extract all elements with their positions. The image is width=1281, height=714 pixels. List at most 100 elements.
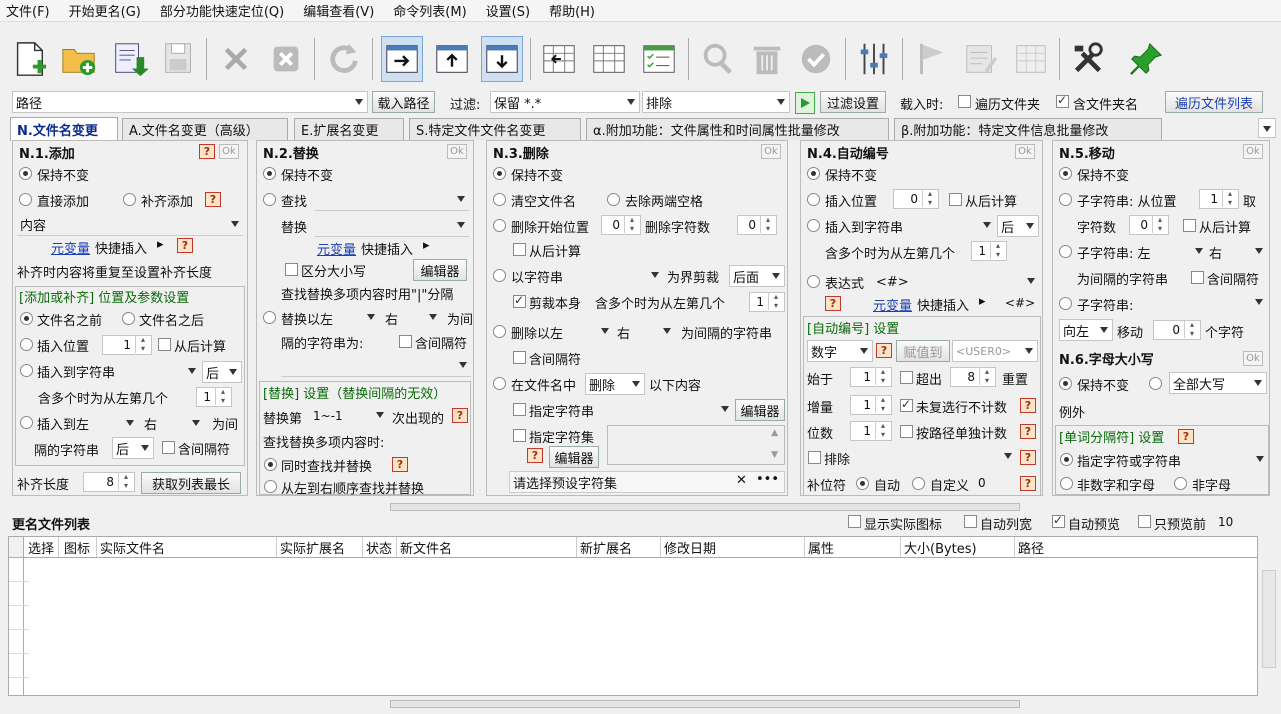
clear-name-radio[interactable]: [493, 193, 506, 206]
substr-combo[interactable]: [1151, 292, 1267, 314]
spec-set-checkbox[interactable]: [513, 429, 526, 442]
exclude-checkbox[interactable]: [808, 451, 821, 464]
sequential-radio[interactable]: [264, 480, 277, 493]
back-combo[interactable]: 后: [112, 437, 154, 459]
column-left-icon[interactable]: [538, 36, 580, 82]
menu-help[interactable]: 帮助(H): [549, 1, 595, 20]
move-down-icon[interactable]: [481, 36, 523, 82]
col-size[interactable]: 大小(Bytes): [901, 537, 1015, 557]
clear-icon[interactable]: [265, 36, 307, 82]
insert-pos-radio[interactable]: [807, 193, 820, 206]
from-back-checkbox[interactable]: [158, 338, 171, 351]
move-up-icon[interactable]: [431, 36, 473, 82]
menu-file[interactable]: 文件(F): [6, 1, 50, 20]
help-icon[interactable]: ?: [392, 457, 408, 472]
tab-attr-time[interactable]: α.附加功能：文件属性和时间属性批量修改: [586, 118, 889, 140]
col-icon[interactable]: 图标: [61, 537, 97, 557]
case-radio[interactable]: [1149, 377, 1162, 390]
auto-preview-checkbox[interactable]: [1052, 513, 1065, 528]
in-name-radio[interactable]: [493, 377, 506, 390]
left-combo[interactable]: [1161, 241, 1207, 263]
col-actual-ext[interactable]: 实际扩展名: [277, 537, 363, 557]
help-icon[interactable]: ?: [452, 408, 468, 423]
refresh-icon[interactable]: [322, 36, 364, 82]
sep-string-combo[interactable]: [281, 355, 471, 377]
auto-radio[interactable]: [856, 477, 869, 490]
direction-combo[interactable]: 向左: [1059, 319, 1113, 341]
expression-combo[interactable]: <#>: [873, 271, 1039, 293]
help-icon[interactable]: ?: [527, 448, 543, 463]
from-back-checkbox[interactable]: [1183, 219, 1196, 232]
before-name-radio[interactable]: [20, 312, 33, 325]
replace-combo[interactable]: [315, 215, 469, 237]
scroll-down-icon[interactable]: ▼: [771, 450, 778, 460]
play-icon[interactable]: [795, 92, 815, 114]
tab-specific-file[interactable]: S.特定文件文件名变更: [409, 118, 581, 140]
right-combo[interactable]: [401, 307, 441, 329]
left-combo[interactable]: [571, 321, 613, 343]
by-string-combo[interactable]: [577, 265, 663, 287]
from-back-checkbox[interactable]: [949, 193, 962, 206]
insert-to-left-radio[interactable]: [20, 416, 33, 429]
edit-doc-icon[interactable]: [960, 36, 1002, 82]
col-new-ext[interactable]: 新扩展名: [577, 537, 661, 557]
direct-add-radio[interactable]: [19, 193, 32, 206]
left-combo[interactable]: [339, 307, 379, 329]
ok-button[interactable]: Ok: [1243, 144, 1263, 159]
exclude-combo[interactable]: 排除: [642, 91, 790, 113]
col-new-name[interactable]: 新文件名: [397, 537, 577, 557]
help-icon[interactable]: ?: [1020, 476, 1036, 491]
except-input[interactable]: [1091, 399, 1267, 421]
spec-str-combo[interactable]: [607, 399, 733, 421]
count-spinner[interactable]: 0: [1129, 215, 1169, 235]
case-combo[interactable]: 全部大写: [1169, 372, 1267, 394]
insert-to-radio[interactable]: [20, 364, 33, 377]
keep-radio[interactable]: [807, 167, 820, 180]
insert-pos-spinner[interactable]: 0: [893, 189, 939, 209]
simultaneous-radio[interactable]: [264, 458, 277, 471]
tabs-more-icon[interactable]: [1258, 118, 1276, 138]
spec-char-combo[interactable]: [1186, 449, 1268, 471]
include-sep-checkbox[interactable]: [1191, 271, 1204, 284]
tab-filename-change[interactable]: N.文件名变更: [10, 117, 118, 141]
new-file-icon[interactable]: [8, 36, 50, 82]
substr-radio[interactable]: [1059, 297, 1072, 310]
tab-filename-advanced[interactable]: A.文件名变更（高级）: [122, 118, 288, 140]
keep-radio[interactable]: [493, 167, 506, 180]
var-link[interactable]: 元变量: [51, 238, 90, 257]
path-combo[interactable]: 路径: [12, 91, 368, 113]
right-combo[interactable]: [162, 413, 204, 435]
traverse-list-button[interactable]: 遍历文件列表: [1165, 91, 1263, 113]
pad-add-radio[interactable]: [123, 193, 136, 206]
move-spinner[interactable]: 0: [1153, 320, 1201, 340]
filter-combo[interactable]: 保留 *.*: [490, 91, 640, 113]
col-actual-name[interactable]: 实际文件名: [97, 537, 277, 557]
include-sep-checkbox[interactable]: [513, 351, 526, 364]
trim-radio[interactable]: [607, 193, 620, 206]
spec-str-checkbox[interactable]: [513, 403, 526, 416]
file-list-table[interactable]: 选择 图标 实际文件名 实际扩展名 状态 新文件名 新扩展名 修改日期 属性 大…: [8, 536, 1258, 696]
checklist-icon[interactable]: [638, 36, 680, 82]
quick-insert-label[interactable]: 快捷插入: [95, 238, 147, 257]
del-count-spinner[interactable]: 0: [737, 215, 777, 235]
step-spinner[interactable]: 1: [850, 395, 892, 415]
trash-icon[interactable]: [746, 36, 788, 82]
insert-to-combo[interactable]: [919, 215, 995, 237]
after-name-radio[interactable]: [122, 312, 135, 325]
help-icon[interactable]: ?: [1020, 450, 1036, 465]
ok-button[interactable]: Ok: [219, 144, 239, 159]
import-list-icon[interactable]: [108, 36, 150, 82]
content-combo[interactable]: 内容: [17, 214, 243, 236]
traverse-folder-checkbox[interactable]: [958, 95, 971, 108]
right-combo[interactable]: [1225, 241, 1267, 263]
nonletter-radio[interactable]: [1174, 477, 1187, 490]
custom-radio[interactable]: [912, 477, 925, 490]
right-combo[interactable]: [633, 321, 675, 343]
tab-file-info[interactable]: β.附加功能：特定文件信息批量修改: [894, 118, 1162, 140]
tab-extension-change[interactable]: E.扩展名变更: [294, 118, 404, 140]
keep-radio[interactable]: [1059, 167, 1072, 180]
include-sep-checkbox[interactable]: [162, 441, 175, 454]
tools-icon[interactable]: [1067, 36, 1109, 82]
delete-icon[interactable]: [215, 36, 257, 82]
scrollbar-vertical[interactable]: [1262, 570, 1276, 668]
